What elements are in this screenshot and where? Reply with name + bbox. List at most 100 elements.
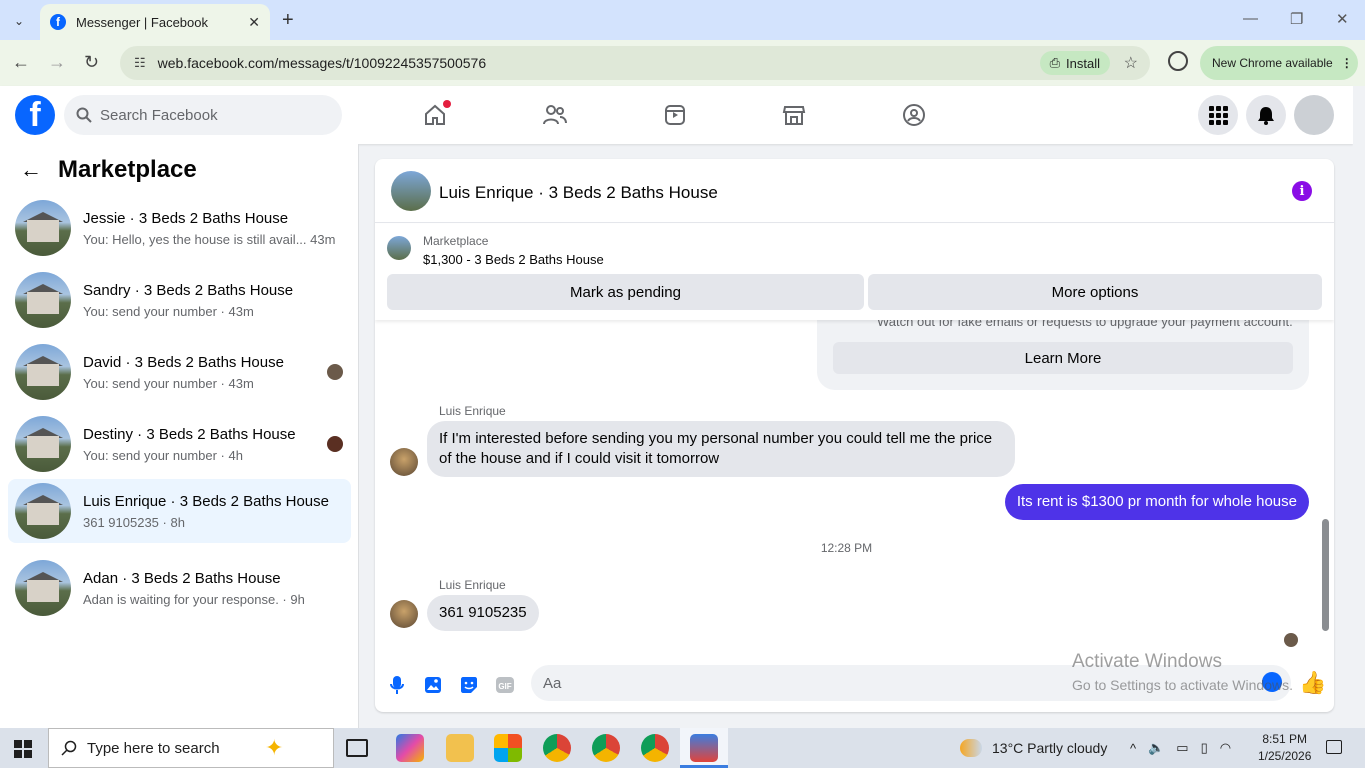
thumbs-up-icon[interactable]: 👍	[1299, 670, 1326, 696]
tab-close-icon[interactable]: ✕	[248, 14, 260, 31]
forward-icon[interactable]: →	[48, 52, 66, 73]
task-view-icon[interactable]	[346, 739, 368, 757]
conversation-item[interactable]: David · 3 Beds 2 Baths House You: send y…	[8, 340, 351, 404]
battery-icon[interactable]: ▭	[1176, 740, 1188, 756]
gif-icon[interactable]: GIF	[494, 674, 516, 696]
clock-date: 1/25/2026	[1258, 749, 1312, 763]
outgoing-message: Its rent is $1300 pr month for whole hou…	[1004, 484, 1309, 520]
conversation-name: Jessie · 3 Beds 2 Baths House	[83, 210, 289, 227]
conversation-name: Adan · 3 Beds 2 Baths House	[83, 570, 281, 587]
chat-listing-thumbnail[interactable]	[391, 171, 431, 211]
notification-dot	[443, 100, 451, 108]
conversation-preview: You: send your number · 43m	[83, 304, 254, 319]
conversation-name: Destiny · 3 Beds 2 Baths House	[83, 426, 296, 443]
marketplace-listing-bar: Marketplace $1,300 - 3 Beds 2 Baths Hous…	[375, 224, 1334, 320]
partly-cloudy-icon	[960, 739, 982, 757]
volume-icon[interactable]: 🔈	[1148, 740, 1164, 756]
active-app-slot[interactable]	[680, 728, 728, 768]
video-icon[interactable]	[662, 102, 688, 128]
listing-thumbnail	[15, 560, 71, 616]
reload-icon[interactable]: ↻	[84, 52, 99, 73]
close-window-icon[interactable]: ✕	[1336, 10, 1349, 28]
conversation-name: Luis Enrique · 3 Beds 2 Baths House	[83, 493, 329, 510]
listing-small-thumbnail[interactable]	[387, 236, 411, 260]
clock-time: 8:51 PM	[1262, 732, 1308, 746]
menu-grid-icon[interactable]	[1198, 95, 1238, 135]
chevron-up-icon[interactable]: ^	[1130, 741, 1136, 756]
sender-avatar[interactable]	[390, 600, 418, 628]
file-explorer-icon[interactable]	[446, 734, 474, 762]
notification-center-icon[interactable]	[1326, 740, 1342, 754]
marketplace-icon[interactable]	[781, 102, 807, 128]
site-info-icon[interactable]: ☷	[134, 55, 146, 71]
conversation-item[interactable]: Sandry · 3 Beds 2 Baths House You: send …	[8, 268, 351, 332]
install-icon: ⎙	[1049, 55, 1061, 70]
conversation-item[interactable]: Adan · 3 Beds 2 Baths House Adan is wait…	[8, 556, 351, 620]
conversation-item-active[interactable]: Luis Enrique · 3 Beds 2 Baths House 361 …	[8, 479, 351, 543]
restore-icon[interactable]: ❐	[1290, 10, 1303, 28]
copilot-icon[interactable]	[396, 734, 424, 762]
read-receipt-avatar	[1284, 633, 1298, 647]
snipping-tool-icon[interactable]	[690, 734, 718, 762]
account-avatar[interactable]	[1294, 95, 1334, 135]
chrome-profile-icon[interactable]	[592, 734, 620, 762]
minimize-icon[interactable]: —	[1243, 10, 1258, 27]
url-text[interactable]: web.facebook.com/messages/t/100922453575…	[158, 55, 486, 71]
watermark-line1: Activate Windows	[1072, 651, 1222, 672]
sidebar-title: Marketplace	[58, 156, 197, 183]
listing-thumbnail	[15, 344, 71, 400]
weather-widget[interactable]: 13°C Partly cloudy	[960, 728, 1107, 768]
phone-link-icon[interactable]: ▯	[1201, 740, 1208, 756]
groups-icon[interactable]	[901, 102, 927, 128]
marketplace-sidebar: ← Marketplace Jessie · 3 Beds 2 Baths Ho…	[0, 144, 359, 728]
wifi-icon[interactable]: ◠	[1220, 740, 1231, 756]
bookmark-star-icon[interactable]: ☆	[1124, 53, 1138, 73]
taskbar-search[interactable]: ✦	[48, 728, 334, 768]
sender-avatar[interactable]	[390, 448, 418, 476]
address-bar[interactable]: ☷ web.facebook.com/messages/t/1009224535…	[120, 46, 1150, 80]
taskbar-search-input[interactable]	[87, 739, 257, 757]
back-icon[interactable]: ←	[12, 52, 30, 73]
mark-as-pending-button[interactable]: Mark as pending	[387, 274, 864, 310]
facebook-logo-icon[interactable]: f	[15, 95, 55, 135]
tab-search-icon[interactable]: ⌄	[8, 10, 30, 32]
incoming-message: 361 9105235	[427, 595, 539, 631]
chat-title[interactable]: Luis Enrique · 3 Beds 2 Baths House	[439, 183, 718, 203]
kebab-menu-icon[interactable]: ⋮	[1341, 56, 1353, 70]
system-tray: ^ 🔈 ▭ ▯ ◠	[1130, 728, 1231, 768]
taskbar-search-icon	[61, 740, 77, 756]
microsoft-store-icon[interactable]	[494, 734, 522, 762]
browser-tab-strip: ⌄ f Messenger | Facebook ✕ + — ❐ ✕	[0, 0, 1365, 40]
taskbar-clock[interactable]: 8:51 PM 1/25/2026	[1258, 731, 1311, 765]
chrome-profile-p-icon[interactable]	[543, 734, 571, 762]
browser-tab[interactable]: f Messenger | Facebook ✕	[40, 4, 270, 40]
sender-name: Luis Enrique	[439, 404, 506, 418]
profile-icon[interactable]	[1168, 51, 1188, 71]
install-button[interactable]: ⎙ Install	[1039, 51, 1110, 75]
chrome-profile-icon[interactable]	[641, 734, 669, 762]
learn-more-button[interactable]: Learn More	[833, 342, 1293, 374]
chat-scrollbar[interactable]	[1320, 324, 1330, 649]
seen-avatar	[327, 364, 343, 380]
seen-avatar	[327, 436, 343, 452]
photo-icon[interactable]	[422, 674, 444, 696]
listing-price[interactable]: $1,300 - 3 Beds 2 Baths House	[423, 252, 604, 267]
page-scrollbar[interactable]	[1353, 86, 1365, 728]
windows-start-icon[interactable]	[14, 740, 32, 758]
chat-scrollbar-thumb[interactable]	[1322, 519, 1329, 631]
new-tab-icon[interactable]: +	[282, 9, 294, 32]
conversation-preview: 361 9105235 · 8h	[83, 515, 185, 530]
notifications-bell-icon[interactable]	[1246, 95, 1286, 135]
back-arrow-icon[interactable]: ←	[20, 157, 42, 183]
search-input[interactable]	[100, 106, 320, 124]
sticker-icon[interactable]	[458, 674, 480, 696]
facebook-search[interactable]	[64, 95, 342, 135]
friends-icon[interactable]	[542, 102, 568, 128]
microphone-icon[interactable]	[386, 674, 408, 696]
info-icon[interactable]: i	[1292, 181, 1312, 201]
conversation-item[interactable]: Destiny · 3 Beds 2 Baths House You: send…	[8, 412, 351, 476]
chrome-update-button[interactable]: New Chrome available ⋮	[1200, 46, 1358, 80]
conversation-item[interactable]: Jessie · 3 Beds 2 Baths House You: Hello…	[8, 196, 351, 260]
watermark-line2: Go to Settings to activate Windows.	[1072, 677, 1293, 693]
more-options-button[interactable]: More options	[868, 274, 1322, 310]
